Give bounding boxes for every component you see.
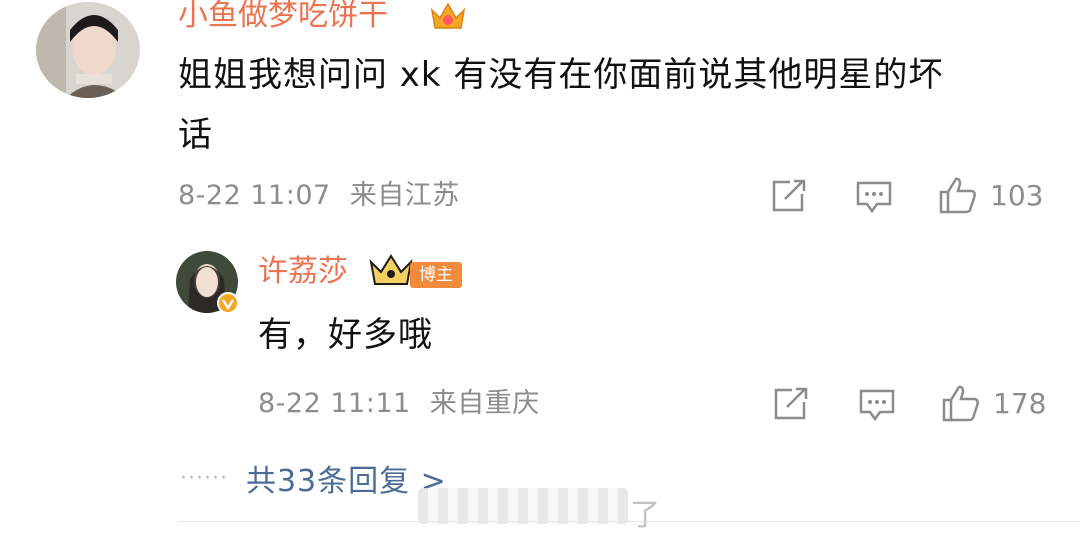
comment-like-count: 103: [990, 178, 1044, 212]
comment-like-button[interactable]: 103: [938, 176, 1043, 214]
reply-like-count: 178: [993, 386, 1047, 420]
author-username[interactable]: 许荔莎: [258, 254, 348, 290]
reply-location: 来自重庆: [429, 388, 540, 419]
more-replies-link[interactable]: 共33条回复 >: [246, 456, 447, 500]
comment-text-line2: 话: [178, 115, 213, 155]
like-icon: [939, 177, 976, 214]
comment-text-line1: 姐姐我想问问 xk 有没有在你面前说其他明星的坏: [178, 55, 944, 95]
watermark-tail: 了: [630, 498, 660, 533]
comment-share-button[interactable]: [770, 178, 808, 214]
author-tag-label: 博主: [419, 265, 453, 285]
share-icon: [772, 179, 806, 212]
blurred-watermark: [418, 488, 628, 524]
author-crown-icon: [369, 254, 413, 288]
comment-timestamp: 8-22 11:07: [178, 180, 331, 211]
like-icon: [942, 385, 979, 422]
divider: [178, 521, 1080, 522]
verified-icon: [217, 292, 239, 314]
author-tag-badge: 博主: [410, 262, 462, 288]
reply-text: 有，好多哦: [258, 315, 433, 355]
comment-meta: 8-22 11:07 来自江苏: [178, 180, 460, 212]
dots-icon: ······: [180, 465, 228, 491]
commenter-avatar[interactable]: [36, 2, 140, 98]
comment-icon: [856, 181, 892, 214]
reply-share-button[interactable]: [772, 386, 810, 422]
vip-crown-icon: [428, 0, 468, 34]
more-replies[interactable]: ······ 共33条回复 >: [180, 456, 447, 500]
reply-reply-button[interactable]: [858, 388, 896, 422]
reply-timestamp: 8-22 11:11: [258, 388, 411, 419]
comment-icon: [859, 389, 895, 422]
comment-location: 来自江苏: [349, 180, 460, 211]
commenter-username[interactable]: 小鱼做梦吃饼干: [178, 0, 388, 34]
reply-like-button[interactable]: 178: [941, 384, 1046, 422]
share-icon: [774, 387, 808, 420]
comment-reply-button[interactable]: [855, 180, 893, 214]
reply-meta: 8-22 11:11 来自重庆: [258, 388, 540, 420]
